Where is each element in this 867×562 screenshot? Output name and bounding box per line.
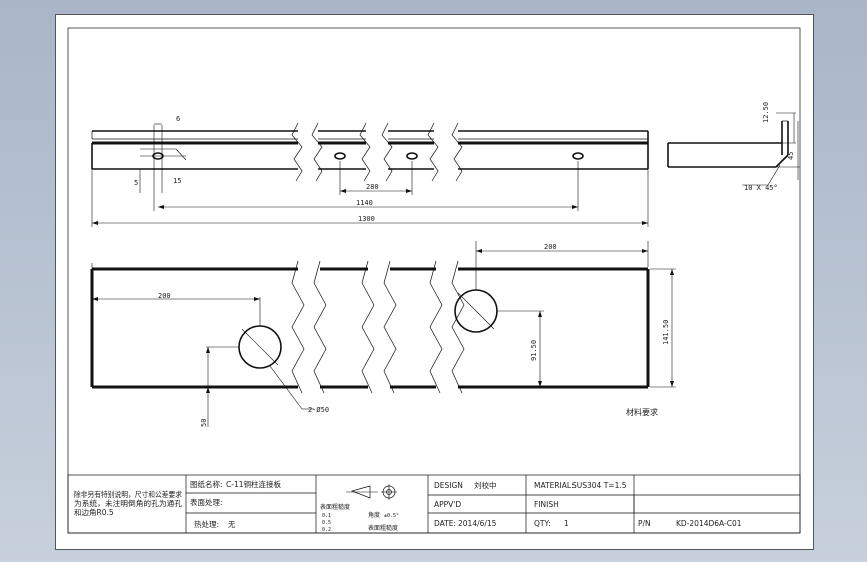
heat-label: 热处理: (194, 519, 219, 529)
date-label: DATE: (434, 519, 456, 528)
dim-141-50: 141.50 (662, 320, 670, 345)
tech-note-line2: 为系统，未注明倒角的孔为通孔 (74, 498, 183, 508)
front-view (91, 122, 649, 227)
finish-label: FINISH (534, 500, 559, 509)
drawing-sheet: 6 5 15 280 1140 1300 12.50 45 10 X 45° 2… (55, 14, 814, 550)
roughness-a: 0.1 (322, 513, 331, 519)
dim-6: 6 (176, 115, 180, 123)
surface-label: 表面处理: (190, 497, 223, 507)
precision-label: 角度 (368, 511, 380, 519)
tech-note-line1: 除非另有特别说明，尺寸和公差要求 (74, 489, 182, 499)
surface-treatment-symbol-label: 表面粗糙度 (368, 524, 398, 532)
part-name-value: C-11铜柱连接板 (226, 479, 281, 489)
date-value: 2014/6/15 (458, 519, 497, 528)
inner-border (67, 27, 801, 534)
part-name-label: 图纸名称: (190, 479, 223, 489)
material-requirement-note: 材料要求 (626, 407, 658, 417)
dim-91-50: 91.50 (530, 340, 538, 361)
design-label: DESIGN (434, 481, 463, 490)
plan-view (90, 241, 676, 427)
dim-200-top: 200 (544, 243, 557, 251)
dim-5: 5 (134, 179, 138, 187)
dim-15: 15 (173, 177, 181, 185)
roughness-b: 0.5 (322, 520, 331, 526)
material-label: MATERIAL: (534, 481, 574, 490)
material-value: SUS304 T=1.5 (572, 481, 627, 490)
dim-45: 45 (787, 152, 795, 160)
dim-200-left: 200 (158, 292, 171, 300)
side-view (667, 112, 800, 186)
qty-value: 1 (564, 519, 569, 528)
appvd-label: APPV'D (434, 500, 461, 509)
design-value: 刘校中 (474, 480, 497, 490)
roughness-c: 0.2 (322, 527, 331, 533)
dim-1300: 1300 (358, 215, 375, 223)
roughness-label: 表面粗糙度 (320, 503, 350, 511)
pn-value: KD-2014D6A-C01 (676, 519, 742, 528)
dim-12-50: 12.50 (762, 102, 770, 123)
tech-note-line3: 和边角R0.5 (74, 507, 114, 517)
dim-hole-callout: 2-Ø50 (308, 406, 329, 414)
dim-50: 50 (200, 419, 208, 427)
dim-chamfer: 10 X 45° (744, 184, 778, 192)
dim-280: 280 (366, 183, 379, 191)
technical-drawing: 6 5 15 280 1140 1300 12.50 45 10 X 45° 2… (67, 27, 801, 534)
precision-value: ±0.5° (384, 513, 399, 519)
dim-1140: 1140 (356, 199, 373, 207)
qty-label: QTY: (534, 519, 551, 528)
pn-label: P/N (638, 519, 651, 528)
heat-value: 无 (228, 520, 236, 529)
